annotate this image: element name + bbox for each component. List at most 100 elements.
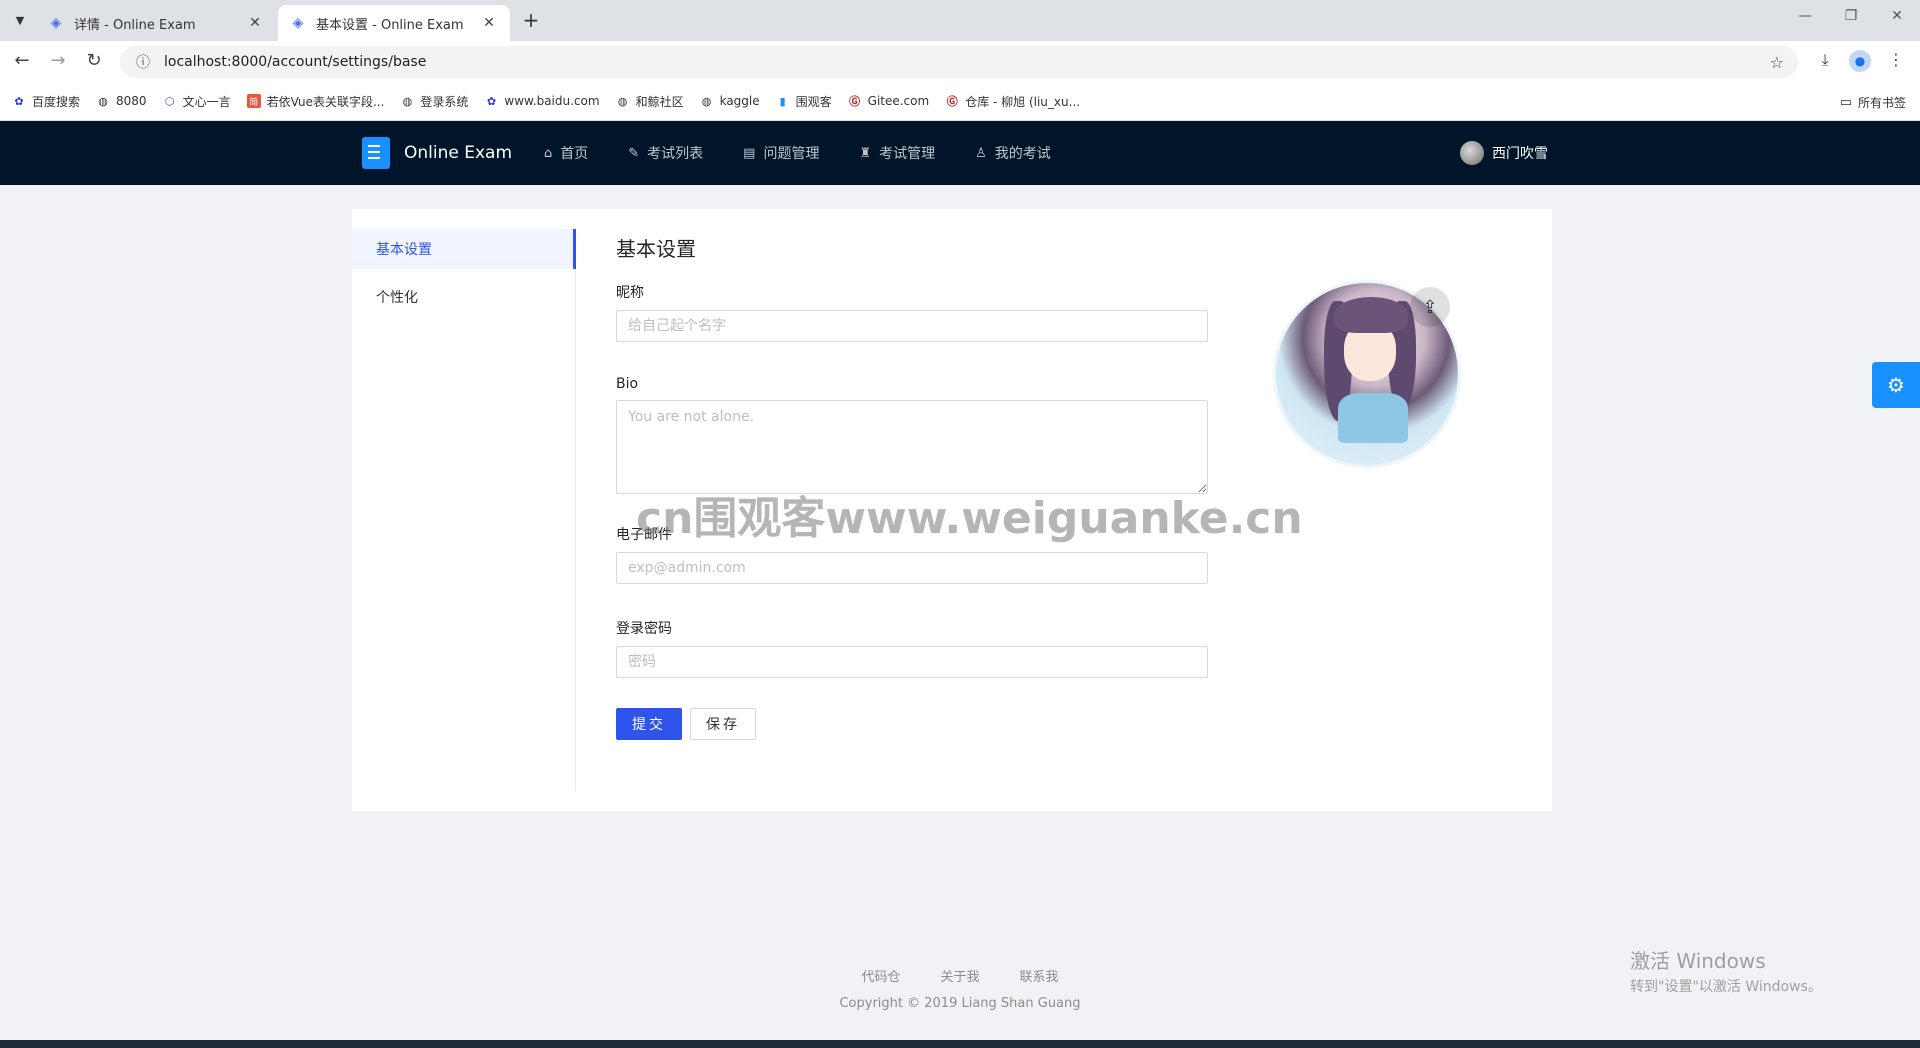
footer-link-about[interactable]: 关于我 — [940, 966, 979, 985]
site-info-icon[interactable]: ⓘ — [136, 52, 150, 72]
minimize-icon[interactable]: — — [1790, 8, 1820, 24]
browser-tab-detail[interactable]: ◈ 详情 - Online Exam ✕ — [36, 5, 276, 41]
close-icon[interactable]: ✕ — [480, 15, 498, 31]
bookmark-item[interactable]: ◍ 登录系统 — [400, 93, 469, 110]
paw-icon: ✿ — [14, 94, 24, 108]
side-menu-label: 基本设置 — [376, 242, 432, 258]
all-bookmarks-label: 所有书签 — [1857, 96, 1906, 110]
footer-link-contact[interactable]: 联系我 — [1020, 966, 1059, 985]
app-favicon-icon: ◈ — [50, 15, 62, 31]
nickname-label: 昵称 — [616, 285, 644, 301]
globe-icon: ◍ — [98, 94, 108, 108]
nav-label: 考试管理 — [879, 146, 936, 162]
home-icon: ⌂ — [544, 145, 553, 161]
settings-side-menu: 基本设置 个性化 — [352, 229, 576, 791]
tab-search-button[interactable]: ▼ — [6, 7, 34, 33]
restore-icon[interactable]: ❐ — [1836, 8, 1866, 24]
logo[interactable]: Online Exam — [362, 137, 512, 169]
password-label: 登录密码 — [616, 621, 672, 637]
profile-icon: ● — [1849, 50, 1871, 72]
folder-icon: ▭ — [1839, 95, 1852, 110]
bookmark-item[interactable]: ◍ kaggle — [700, 94, 760, 108]
side-menu-item-custom[interactable]: 个性化 — [352, 277, 575, 317]
user-menu[interactable]: 西门吹雪 — [1460, 141, 1548, 165]
username: 西门吹雪 — [1492, 146, 1548, 162]
nav-item-question-manage[interactable]: ▤ 问题管理 — [743, 143, 819, 163]
bookmark-label: 围观客 — [795, 94, 832, 109]
footer-link-repo[interactable]: 代码仓 — [861, 966, 900, 985]
bookmark-item[interactable]: Ⓖ Gitee.com — [848, 94, 930, 108]
windows-activation-notice: 激活 Windows 转到"设置"以激活 Windows。 — [1630, 945, 1822, 996]
chevron-down-icon: ▼ — [15, 13, 25, 27]
bookmark-item[interactable]: ◍ 和鲸社区 — [616, 93, 684, 110]
tab-title: 详情 - Online Exam — [74, 17, 196, 33]
nav-item-home[interactable]: ⌂ 首页 — [544, 143, 588, 163]
download-icon[interactable]: ⤓ — [1813, 50, 1837, 70]
all-bookmarks-button[interactable]: ▭ 所有书签 — [1840, 94, 1906, 111]
reload-icon[interactable]: ↻ — [82, 50, 106, 71]
nav-label: 问题管理 — [763, 146, 820, 162]
save-button[interactable]: 保存 — [690, 708, 756, 740]
globe-icon: ◍ — [617, 94, 628, 108]
copyright: Copyright © 2019 Liang Shan Guang — [839, 996, 1081, 1011]
nickname-input[interactable] — [616, 310, 1208, 342]
back-icon[interactable]: ← — [10, 50, 34, 71]
bookmark-item[interactable]: ▮ 围观客 — [776, 93, 832, 110]
form-item-bio: Bio — [616, 376, 1208, 498]
bookmark-item[interactable]: 简若依Vue表关联字段... — [246, 93, 385, 110]
window-close-icon[interactable]: ✕ — [1882, 8, 1912, 24]
profile-button[interactable]: ● — [1848, 50, 1872, 72]
email-input[interactable] — [616, 552, 1208, 584]
bookmark-star-icon[interactable]: ☆ — [1770, 53, 1784, 72]
bot-icon: ⬡ — [164, 94, 175, 108]
avatar-upload[interactable]: ⇪ — [1276, 283, 1458, 465]
bookmark-label: 若依Vue表关联字段... — [266, 94, 385, 109]
bookmark-item[interactable]: Ⓖ 仓库 - 柳旭 (liu_xu... — [945, 93, 1080, 110]
bookmarks-bar: ✿ 百度搜索 ◍ 8080 ⬡ 文心一言 简若依Vue表关联字段... ◍ 登录系统 ✿… — [0, 82, 1920, 121]
cloud-upload-icon[interactable]: ⇪ — [1410, 287, 1450, 327]
bookmark-label: www.baidu.com — [504, 94, 600, 108]
globe-icon: ◍ — [402, 94, 413, 108]
bookmark-item[interactable]: ✿ www.baidu.com — [484, 94, 600, 108]
forward-icon[interactable]: → — [46, 50, 70, 71]
bookmark-label: 文心一言 — [182, 94, 231, 109]
bookmark-label: 和鲸社区 — [635, 94, 684, 109]
form-item-nickname: 昵称 — [616, 282, 1208, 342]
setting-drawer-button[interactable]: ⚙ — [1872, 362, 1920, 408]
new-tab-button[interactable]: + — [520, 8, 542, 32]
tab-title: 基本设置 - Online Exam — [316, 17, 464, 33]
bio-textarea[interactable] — [616, 400, 1208, 494]
bookmark-icon: ▮ — [779, 94, 786, 108]
browser-tab-settings[interactable]: ◈ 基本设置 - Online Exam ✕ — [278, 5, 510, 41]
top-nav: ⌂ 首页 ✎ 考试列表 ▤ 问题管理 ♜ 考试管理 ♙ 我的考试 — [544, 121, 1091, 185]
globe-icon: ◍ — [701, 94, 712, 108]
taskbar — [0, 1040, 1920, 1048]
bookmark-item[interactable]: ◍ 8080 — [96, 94, 147, 108]
watermark-text: cn围观客www.weiguanke.cn — [636, 493, 1303, 544]
nav-item-exam-manage[interactable]: ♜ 考试管理 — [859, 143, 935, 163]
browser-tab-bar: ▼ ◈ 详情 - Online Exam ✕ ◈ 基本设置 - Online E… — [0, 0, 1920, 41]
password-input[interactable] — [616, 646, 1208, 678]
nav-label: 考试列表 — [647, 146, 704, 162]
nav-item-exam-list[interactable]: ✎ 考试列表 — [628, 143, 703, 163]
close-icon[interactable]: ✕ — [246, 15, 264, 31]
more-menu-icon[interactable]: ⋮ — [1884, 50, 1908, 69]
bookmark-item[interactable]: ⬡ 文心一言 — [163, 93, 231, 110]
app-header: Online Exam ⌂ 首页 ✎ 考试列表 ▤ 问题管理 ♜ 考试管理 ♙ 我的考试 … — [0, 121, 1920, 185]
bookmark-item[interactable]: ✿ 百度搜索 — [12, 93, 80, 110]
side-menu-label: 个性化 — [376, 290, 418, 306]
side-menu-item-base[interactable]: 基本设置 — [352, 229, 576, 269]
bookmark-label: 百度搜索 — [32, 94, 81, 109]
gitee-icon: Ⓖ — [946, 95, 958, 108]
nav-label: 首页 — [560, 146, 589, 162]
nav-item-my-exam[interactable]: ♙ 我的考试 — [975, 143, 1051, 163]
submit-button[interactable]: 提交 — [616, 708, 682, 740]
address-bar[interactable]: ⓘ localhost:8000/account/settings/base ☆ — [120, 46, 1798, 78]
form-item-password: 登录密码 — [616, 618, 1208, 678]
nav-label: 我的考试 — [994, 146, 1051, 162]
gear-icon: ⚙ — [1887, 373, 1905, 397]
activation-title: 激活 Windows — [1630, 949, 1766, 973]
avatar — [1460, 141, 1484, 165]
bookmark-label: Gitee.com — [867, 94, 930, 108]
bookmark-label: 8080 — [116, 94, 147, 108]
